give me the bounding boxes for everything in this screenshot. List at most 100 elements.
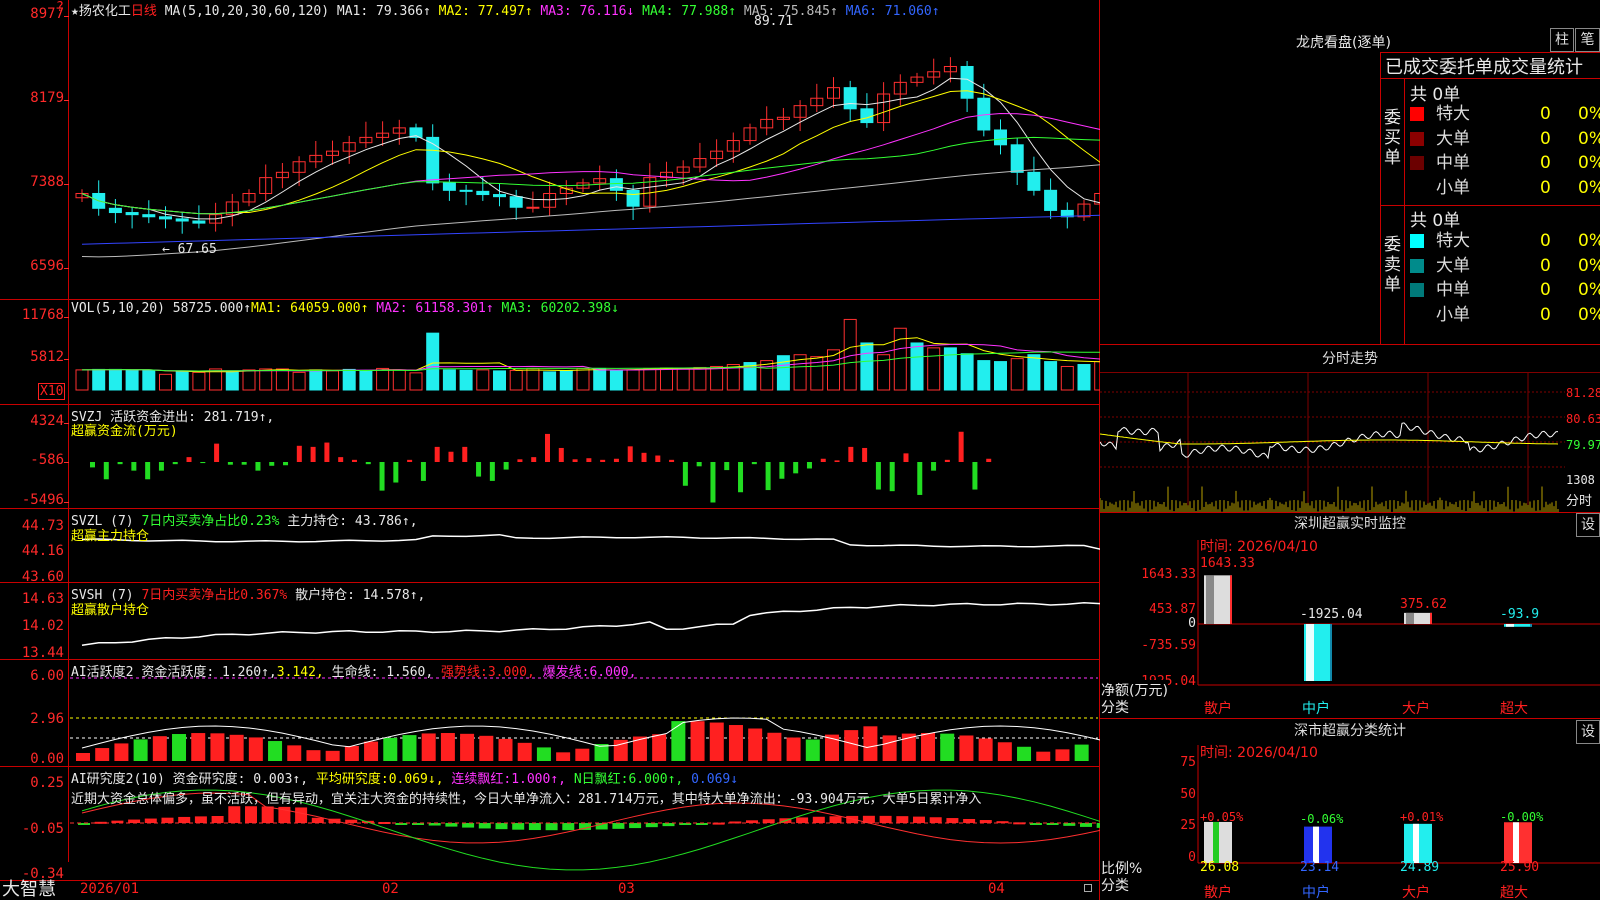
stat-value: 26.08 <box>1200 860 1240 875</box>
vol-value: 58725.000↑ <box>172 301 252 316</box>
activity-bar <box>421 733 436 761</box>
monitor-y-label: 1643.33 <box>1141 567 1196 582</box>
activity-bar <box>748 728 763 761</box>
volume-bar <box>643 367 657 391</box>
research-bar <box>946 818 959 823</box>
volume-bar <box>326 370 339 391</box>
sell-row: 小单 0 0% <box>1408 303 1600 327</box>
activity-bar <box>709 722 724 761</box>
monitor-category: 中户 <box>1302 701 1330 717</box>
stat-category: 散户 <box>1204 885 1232 900</box>
svzj-y-tick <box>64 423 69 424</box>
activity-bar <box>863 726 878 761</box>
activity-bar <box>133 739 148 761</box>
sell-name: 小单 <box>1436 304 1470 325</box>
svsh-value: 14.578↑, <box>362 588 426 603</box>
ai-research-label: 资金研究度: <box>172 772 246 787</box>
buy-row: 大单 0 0% <box>1408 127 1600 151</box>
volume-bar <box>409 372 423 391</box>
research-bar <box>829 816 842 823</box>
sell-count: 0 <box>1540 231 1551 251</box>
volume-bar <box>660 367 673 391</box>
candle-body <box>476 190 490 196</box>
ai-activity-value: 1.260↑, <box>221 665 277 680</box>
fund-flow-bar <box>489 462 495 481</box>
research-bar <box>896 816 909 823</box>
date-label: 2026/01 <box>80 881 140 897</box>
bar-mode-button[interactable]: 柱 <box>1550 28 1574 52</box>
buy-pct: 0% <box>1578 128 1600 149</box>
vol-ma2: MA2: 61158.301↑ <box>376 301 494 316</box>
research-bar <box>462 823 475 828</box>
intraday-title: 分时走势 <box>1322 351 1378 367</box>
intraday-chart[interactable] <box>1100 372 1600 512</box>
divider <box>1404 78 1405 344</box>
ai-red-label: 连续飘红: <box>451 772 512 787</box>
pen-mode-button[interactable]: 笔 <box>1575 28 1600 52</box>
kline-chart[interactable] <box>0 0 1100 880</box>
fund-flow-bar <box>641 452 647 462</box>
candle-body <box>493 194 506 198</box>
ai-last-value: 0.069↓ <box>691 772 739 787</box>
research-bar <box>228 806 241 823</box>
volume-bar <box>609 369 623 391</box>
research-bar <box>762 819 775 823</box>
svsh-y-label: 14.63 <box>21 591 64 607</box>
lock-icon[interactable] <box>1084 884 1092 892</box>
research-bar <box>295 807 308 823</box>
volume-bar <box>1010 358 1024 391</box>
stat-settings-button[interactable]: 设 <box>1576 720 1600 744</box>
research-bar <box>211 816 224 823</box>
fund-flow-bar <box>379 462 385 491</box>
activity-bar <box>287 745 302 761</box>
research-bar <box>445 823 458 827</box>
buy-swatch <box>1410 156 1424 170</box>
vol-unit-badge[interactable]: X10 <box>38 383 66 400</box>
fund-flow-bar <box>531 457 537 462</box>
sell-count: 0 <box>1540 280 1551 300</box>
date-label: 04 <box>988 881 1005 897</box>
volume-bar <box>125 369 139 391</box>
ma-line <box>81 112 1100 215</box>
activity-bar <box>210 733 225 761</box>
fund-flow-bar <box>751 462 757 465</box>
vol-ma3: MA3: 60202.398↓ <box>501 301 619 316</box>
volume-bar <box>359 369 373 391</box>
volume-bar <box>142 369 156 391</box>
activity-bar <box>1074 744 1089 761</box>
fund-flow-bar <box>517 459 523 462</box>
sell-count: 0 <box>1540 255 1551 276</box>
stat-change: -0.06% <box>1300 812 1344 826</box>
stat-title: 深市超赢分类统计 <box>1294 723 1406 739</box>
fund-flow-bar <box>572 459 578 462</box>
activity-bar <box>1055 749 1070 761</box>
volume-bar <box>1077 364 1091 391</box>
research-bar <box>796 817 809 823</box>
fund-flow-bar <box>682 462 688 486</box>
svzj-y-tick <box>64 502 69 503</box>
fund-flow-bar <box>862 447 868 462</box>
activity-bar <box>1036 751 1051 761</box>
intraday-vol: 1308 <box>1566 473 1595 487</box>
volume-bar <box>192 371 206 391</box>
volume-bar <box>593 367 607 391</box>
fund-flow-bar <box>324 442 330 462</box>
intraday-high: 81.28 <box>1566 386 1600 400</box>
stat-category: 中户 <box>1302 885 1330 900</box>
fund-flow-bar <box>558 447 564 462</box>
monitor-y-label: 0 <box>1188 616 1196 631</box>
activity-bar <box>114 743 129 761</box>
ai-strong-value: 3.000, <box>487 665 535 680</box>
research-bar <box>144 818 157 823</box>
svzj-y-label: -5496 <box>21 492 64 508</box>
candle-body <box>125 212 139 216</box>
fund-flow-bar <box>227 462 233 465</box>
fund-flow-bar <box>131 462 137 471</box>
volume-bar <box>242 369 256 391</box>
monitor-settings-button[interactable]: 设 <box>1576 513 1600 537</box>
research-bar <box>178 816 191 823</box>
volume-bar <box>292 371 306 391</box>
monitor-value: -1925.04 <box>1300 607 1363 622</box>
fund-flow-bar <box>255 462 261 471</box>
stat-axis-label2: 分类 <box>1101 878 1129 894</box>
